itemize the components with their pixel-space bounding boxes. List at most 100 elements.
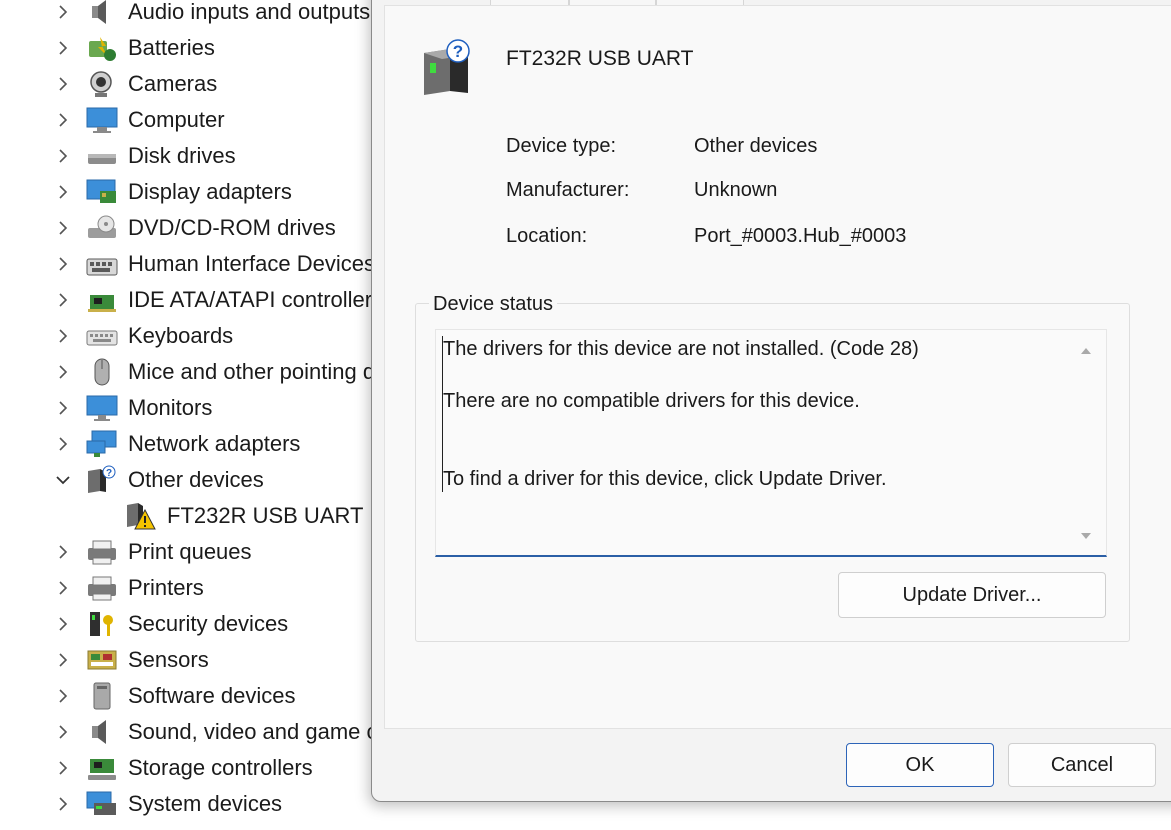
chevron-right-icon[interactable] [56,581,70,595]
chevron-right-icon[interactable] [56,293,70,307]
battery-icon [86,33,118,63]
tree-item-label: Other devices [128,467,264,492]
tree-category-item[interactable]: Audio inputs and outputs [0,0,372,30]
tree-category-item[interactable]: Keyboards [0,318,372,354]
tree-item-label: Computer [128,107,225,132]
chevron-right-icon[interactable] [56,761,70,775]
sensor-icon [86,645,118,675]
printer-icon [86,573,118,603]
tree-item-label: Human Interface Devices [128,251,372,276]
tree-item-label: Monitors [128,395,213,420]
tree-item-label: FT232R USB UART [167,503,364,528]
ok-button[interactable]: OK [846,743,994,787]
computer-icon [86,105,118,135]
warning-device-icon [124,501,156,531]
tree-category-item[interactable]: Network adapters [0,426,372,462]
monitor-icon [86,393,118,423]
scroll-up-arrow-icon[interactable] [1080,342,1092,360]
tree-item-label: DVD/CD-ROM drives [128,215,336,240]
device-status-label: Device status [429,293,558,316]
chevron-right-icon[interactable] [56,653,70,667]
tree-item-label: Network adapters [128,431,301,456]
tree-item-label: Storage controllers [128,755,313,780]
device-properties-dialog: Driver Details Events ? FT232R USB UART … [371,0,1171,802]
status-line: There are no compatible drivers for this… [443,390,860,412]
tree-item-label: Audio inputs and outputs [128,0,371,24]
tree-category-item[interactable]: Printers [0,570,372,606]
chevron-right-icon[interactable] [56,401,70,415]
chevron-right-icon[interactable] [56,41,70,55]
chevron-right-icon[interactable] [56,257,70,271]
camera-icon [86,69,118,99]
chevron-right-icon[interactable] [56,113,70,127]
printer-icon [86,537,118,567]
speaker-icon [86,717,118,747]
chevron-right-icon[interactable] [56,329,70,343]
update-driver-button[interactable]: Update Driver... [838,572,1106,618]
display-adapter-icon [86,177,118,207]
cancel-button[interactable]: Cancel [1008,743,1156,787]
dvd-drive-icon [86,213,118,243]
device-status-textbox[interactable]: The drivers for this device are not inst… [435,329,1107,557]
chevron-right-icon[interactable] [56,725,70,739]
tree-item-label: Software devices [128,683,296,708]
status-line: To find a driver for this device, click … [443,468,887,490]
tree-item-label: Keyboards [128,323,234,348]
chevron-right-icon[interactable] [56,77,70,91]
tree-category-item[interactable]: IDE ATA/ATAPI controllers [0,282,372,318]
tree-category-item[interactable]: Human Interface Devices [0,246,372,282]
tree-category-item[interactable]: Monitors [0,390,372,426]
tree-item-label: Sound, video and game controllers [128,719,372,744]
keyboard-icon [86,321,118,351]
tree-category-item[interactable]: Batteries [0,30,372,66]
tree-category-item[interactable]: DVD/CD-ROM drives [0,210,372,246]
chevron-right-icon[interactable] [56,5,70,19]
chevron-right-icon[interactable] [56,365,70,379]
device-status-text: The drivers for this device are not inst… [442,336,1063,492]
tree-category-item[interactable]: Mice and other pointing devices [0,354,372,390]
tree-category-item[interactable]: Sound, video and game controllers [0,714,372,750]
device-tree: Audio inputs and outputs Batteries Cameras… [0,0,372,830]
chevron-right-icon[interactable] [56,221,70,235]
network-adapter-icon [86,429,118,459]
status-line: The drivers for this device are not inst… [443,338,919,360]
tree-item-label: System devices [128,791,283,816]
tree-category-item[interactable]: Cameras [0,66,372,102]
tree-item-label: Display adapters [128,179,292,204]
chevron-right-icon[interactable] [56,545,70,559]
tree-item-label: Mice and other pointing devices [128,359,372,384]
chevron-down-icon[interactable] [56,473,70,487]
tree-category-item[interactable]: Security devices [0,606,372,642]
chevron-right-icon[interactable] [56,149,70,163]
chevron-right-icon[interactable] [56,797,70,811]
tree-category-item[interactable]: ? Other devices [0,462,372,498]
tree-category-item[interactable]: Disk drives [0,138,372,174]
device-type-label: Device type: [506,135,617,157]
tree-category-item[interactable]: Sensors [0,642,372,678]
tree-category-item[interactable]: System devices [0,786,372,822]
chevron-right-icon[interactable] [56,617,70,631]
tree-item-label: IDE ATA/ATAPI controllers [128,287,372,312]
disk-drive-icon [86,141,118,171]
tree-item-label: Print queues [128,539,252,564]
device-name: FT232R USB UART [506,47,694,70]
hid-icon [86,249,118,279]
chevron-right-icon[interactable] [56,437,70,451]
scroll-down-arrow-icon[interactable] [1080,527,1092,545]
chevron-right-icon[interactable] [56,689,70,703]
tree-category-item[interactable]: Storage controllers [0,750,372,786]
tree-category-item[interactable]: Print queues [0,534,372,570]
storage-controller-icon [86,753,118,783]
software-device-icon [86,681,118,711]
unknown-device-icon: ? [86,465,118,495]
manufacturer-value: Unknown [694,179,778,201]
chevron-right-icon[interactable] [56,185,70,199]
tree-category-item[interactable]: Display adapters [0,174,372,210]
device-type-value: Other devices [694,135,818,157]
tree-item-label: Disk drives [128,143,236,168]
tree-item-label: Cameras [128,71,218,96]
tree-category-item[interactable]: Software devices [0,678,372,714]
tree-category-item[interactable]: Computer [0,102,372,138]
system-device-icon [86,789,118,819]
tree-device-item[interactable]: FT232R USB UART [0,498,372,534]
